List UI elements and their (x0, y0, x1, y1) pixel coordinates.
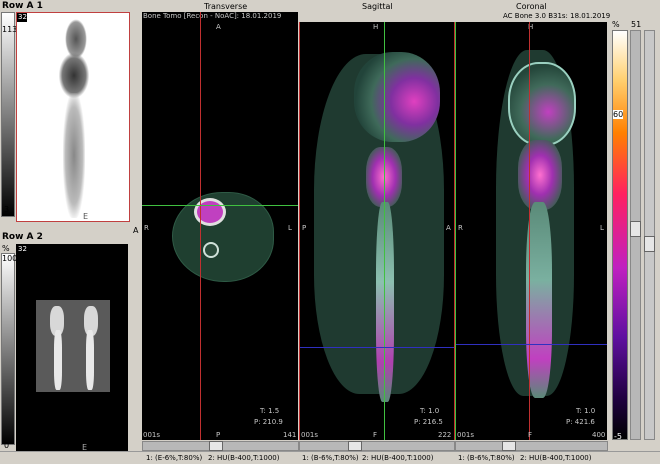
coronal-corner-left: 001s (457, 431, 475, 439)
color-scale-unit: % (612, 20, 620, 29)
sagittal-header: Sagittal (362, 2, 393, 11)
opacity-slider[interactable] (644, 30, 655, 440)
sagittal-left-label: P (302, 224, 307, 232)
view-bottom-letter-1: E (83, 212, 89, 221)
window-level-slider[interactable] (630, 30, 641, 440)
coronal-subtitle: AC Bone 3.0 B31s: 18.01.2019 (503, 12, 611, 20)
coronal-scroll-thumb[interactable] (502, 441, 516, 451)
coronal-tibia-proximal-hotspot (518, 140, 562, 210)
sagittal-tibia-shaft (376, 202, 394, 402)
coronal-p-value: P: 421.6 (566, 418, 595, 426)
transverse-header: Transverse (204, 2, 248, 11)
coronal-bottom-label: F (528, 431, 533, 439)
scale-max-2: 100 (2, 254, 18, 263)
status-transverse-layer2: 2: HU(B-400,T:1000) (208, 454, 280, 462)
coronal-scrollbar[interactable] (455, 441, 608, 451)
transverse-scrollbar[interactable] (142, 441, 299, 451)
transverse-view[interactable]: Bone Tomo [Recon - NoAC]: 18.01.2019 Tra… (142, 12, 298, 440)
coronal-knee-uptake (508, 62, 576, 146)
view-badge-2: 32 (18, 245, 27, 253)
transverse-top-label: A (216, 23, 221, 31)
topogram-tibia-right (86, 330, 94, 390)
color-scale-bar[interactable] (612, 30, 628, 440)
transverse-t-value: T: 1.5 (260, 407, 280, 415)
sagittal-corner-left: 001s (301, 431, 319, 439)
coronal-crosshair-vertical[interactable] (529, 22, 530, 440)
status-transverse-layer1: 1: (E-6%,T:80%) (146, 454, 203, 462)
status-coronal-layer1: 1: (B-6%,T:80%) (458, 454, 515, 462)
transverse-right-label: L (288, 224, 292, 232)
status-sagittal-layer1: 1: (B-6%,T:80%) (302, 454, 359, 462)
sagittal-bottom-label: F (373, 431, 378, 439)
color-scale-mid: 60 (613, 110, 624, 119)
coronal-left-label: R (458, 224, 463, 232)
sagittal-scrollbar[interactable] (299, 441, 455, 451)
sagittal-scroll-thumb[interactable] (348, 441, 362, 451)
ct-topogram-view[interactable]: 32 E (16, 244, 128, 452)
transverse-corner-left: 001s (143, 431, 161, 439)
topogram-field (36, 300, 110, 392)
grayscale-bar-2[interactable] (1, 253, 15, 445)
view-badge-1: 32 (17, 13, 27, 22)
transverse-p-value: P: 210.9 (254, 418, 283, 426)
topogram-tibia-left (54, 330, 62, 390)
transverse-crosshair-horizontal[interactable] (142, 205, 298, 206)
coronal-t-value: T: 1.0 (576, 407, 596, 415)
sagittal-crosshair-horizontal[interactable] (300, 347, 454, 348)
window-top-value: 51 (631, 20, 642, 29)
coronal-corner-right: 400 (592, 431, 606, 439)
sagittal-p-value: P: 216.5 (414, 418, 443, 426)
planar-hotspot-joint (59, 53, 89, 98)
transverse-left-label: R (144, 224, 149, 232)
scale-min-2: 0 (4, 441, 10, 450)
sagittal-top-label: H (373, 23, 379, 31)
sagittal-corner-right: 222 (438, 431, 452, 439)
row-a1-title: Row A 1 (2, 1, 43, 11)
transverse-corner-right: 141 (283, 431, 297, 439)
sagittal-view[interactable]: H P A T: 1.0 P: 216.5 001s F 222 (299, 22, 455, 440)
window-level-thumb[interactable] (630, 221, 641, 237)
planar-tibia-uptake (63, 93, 85, 218)
status-coronal-layer2: 2: HU(B-400,T:1000) (520, 454, 592, 462)
scale-unit-2: % (2, 244, 10, 253)
coronal-right-label: L (600, 224, 604, 232)
sagittal-crosshair-vertical[interactable] (384, 22, 385, 440)
row-a2-title: Row A 2 (2, 232, 43, 242)
scale-max-1: 113 (2, 25, 18, 34)
opacity-thumb[interactable] (644, 236, 655, 252)
transverse-scroll-thumb[interactable] (209, 441, 223, 451)
scale-min-1: 3 (4, 205, 10, 214)
side-label-a: A (133, 226, 139, 235)
grayscale-bar-1[interactable] (1, 12, 15, 217)
planar-view-1[interactable]: 32 E (16, 12, 130, 222)
transverse-subtitle: Bone Tomo [Recon - NoAC]: 18.01.2019 (143, 12, 282, 20)
coronal-crosshair-horizontal[interactable] (456, 344, 607, 345)
status-bar: 1: (E-6%,T:80%) 2: HU(B-400,T:1000) 1: (… (0, 451, 660, 464)
sagittal-right-label: A (446, 224, 451, 232)
transverse-fibula (203, 242, 219, 258)
transverse-bottom-label: P (216, 431, 221, 439)
sagittal-knee-uptake (354, 52, 440, 142)
sagittal-t-value: T: 1.0 (420, 407, 440, 415)
coronal-header: Coronal (516, 2, 547, 11)
status-sagittal-layer2: 2: HU(B-400,T:1000) (362, 454, 434, 462)
color-scale-bottom: -5 (614, 432, 622, 441)
coronal-view[interactable]: H R L T: 1.0 P: 421.6 001s F 400 (455, 22, 607, 440)
transverse-crosshair-vertical[interactable] (200, 12, 201, 440)
transverse-tibia-hotspot (194, 198, 226, 226)
